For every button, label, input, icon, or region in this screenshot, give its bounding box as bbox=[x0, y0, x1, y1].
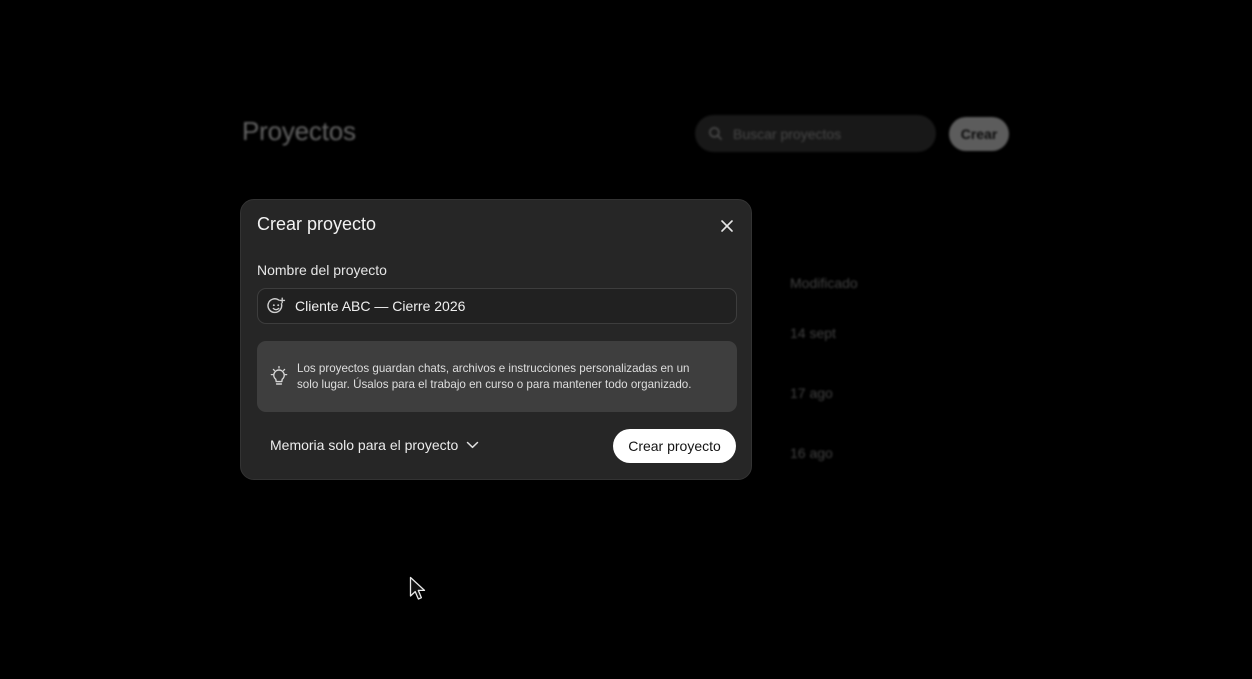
memory-dropdown-label: Memoria solo para el proyecto bbox=[270, 437, 459, 453]
row-date: 16 ago bbox=[790, 445, 833, 461]
page-title: Proyectos bbox=[242, 116, 356, 146]
row-date: 14 sept bbox=[790, 325, 836, 341]
project-name-label: Nombre del proyecto bbox=[257, 262, 387, 278]
search-icon bbox=[708, 126, 723, 141]
project-name-field[interactable]: Cliente ABC — Cierre 2026 bbox=[257, 288, 737, 324]
mouse-cursor-icon bbox=[409, 576, 426, 600]
search-placeholder: Buscar proyectos bbox=[733, 125, 842, 142]
chevron-down-icon bbox=[466, 441, 479, 449]
search-input[interactable]: Buscar proyectos bbox=[695, 115, 936, 152]
create-project-dialog: Crear proyecto Nombre del proyecto Clien… bbox=[240, 199, 752, 480]
memory-dropdown[interactable]: Memoria solo para el proyecto bbox=[270, 437, 479, 453]
close-icon bbox=[721, 220, 733, 232]
projects-info-box: Los proyectos guardan chats, archivos e … bbox=[257, 341, 737, 412]
project-name-value: Cliente ABC — Cierre 2026 bbox=[295, 298, 466, 314]
lightbulb-icon bbox=[268, 365, 290, 388]
info-text: Los proyectos guardan chats, archivos e … bbox=[297, 361, 692, 391]
create-project-button[interactable]: Crear proyecto bbox=[613, 429, 736, 463]
row-date: 17 ago bbox=[790, 385, 833, 401]
emoji-add-icon[interactable] bbox=[266, 296, 286, 316]
column-header-modified: Modificado bbox=[790, 275, 858, 291]
app-page: Proyectos Buscar proyectos Crear Modific… bbox=[0, 0, 1252, 679]
dialog-title: Crear proyecto bbox=[257, 214, 377, 234]
close-button[interactable] bbox=[717, 216, 737, 236]
create-button[interactable]: Crear bbox=[949, 117, 1009, 151]
